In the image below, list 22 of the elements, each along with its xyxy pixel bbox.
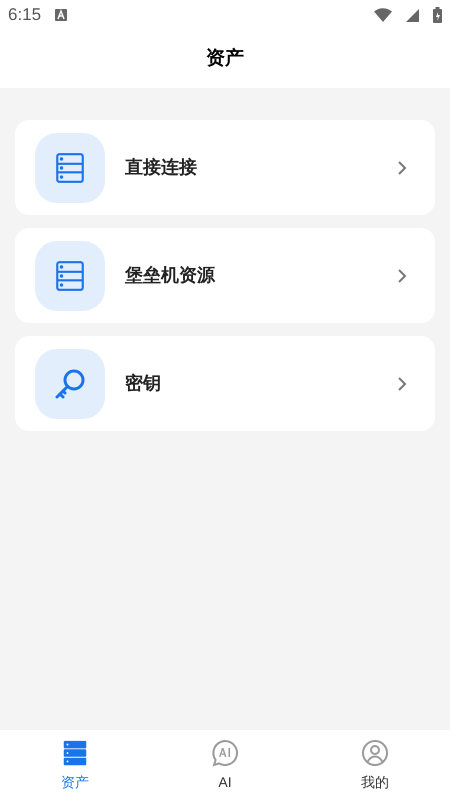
menu-label: 密钥 [125, 372, 162, 395]
user-icon [360, 738, 390, 768]
chat-bubble-icon [210, 738, 240, 768]
tab-bar-item[interactable]: AI [150, 730, 300, 800]
chevron-right-icon [397, 160, 407, 176]
menu-label: 堡垒机资源 [125, 264, 216, 287]
notification-icon [55, 9, 68, 21]
menu-card[interactable]: 直接连接 [15, 120, 435, 215]
page-title: 资产 [206, 46, 244, 71]
chevron-right-icon [397, 268, 407, 284]
signal-icon [406, 8, 419, 22]
server-icon [53, 258, 87, 292]
battery-icon [433, 7, 442, 23]
status-time: 6:15 [8, 4, 42, 26]
menu-card[interactable]: 堡垒机资源 [15, 228, 435, 323]
tab-bar-item[interactable]: 资产 [0, 730, 150, 800]
menu-label: 直接连接 [125, 156, 198, 179]
menu-card[interactable]: 密钥 [15, 336, 435, 431]
server-icon [53, 150, 87, 184]
tab-bar-item[interactable]: 我的 [300, 730, 450, 800]
chevron-right-icon [397, 376, 407, 392]
wifi-icon [374, 8, 392, 22]
